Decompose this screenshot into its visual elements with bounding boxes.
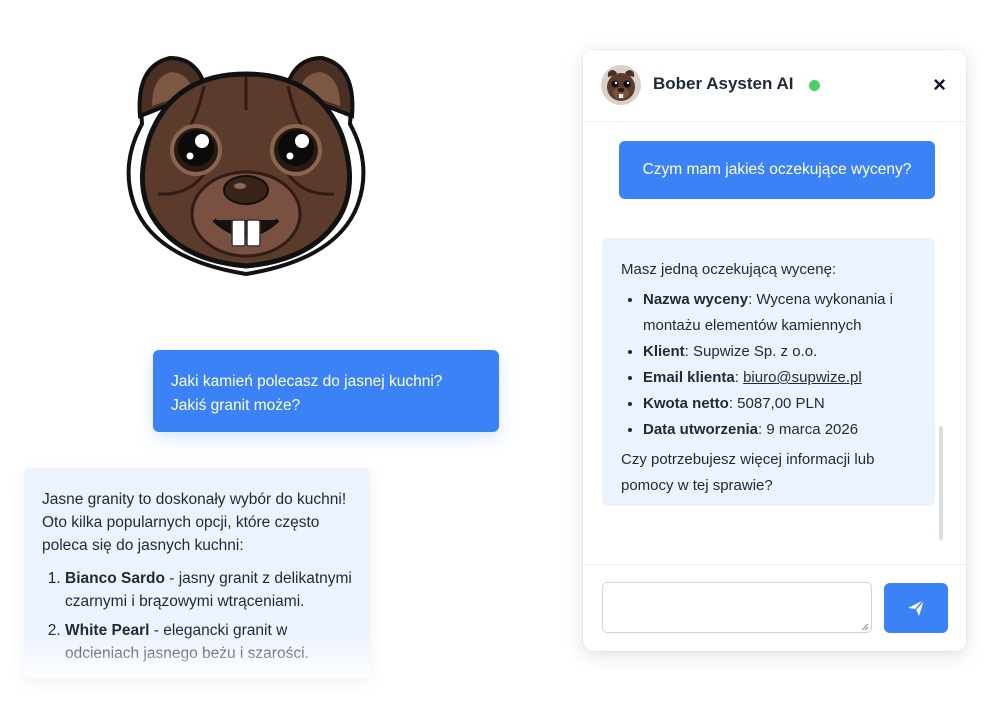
assistant-message-bubble: Masz jedną oczekującą wycenę: Nazwa wyce… [602, 238, 935, 506]
list-item: Kwota netto: 5087,00 PLN [643, 391, 917, 417]
field-value: : 5087,00 PLN [728, 395, 825, 412]
field-value: : [734, 369, 744, 386]
field-label: Email klienta [643, 369, 735, 386]
close-icon[interactable]: × [933, 72, 946, 98]
quote-details-list: Nazwa wyceny: Wycena wykonania i montażu… [621, 287, 917, 443]
beaver-avatar-icon [601, 65, 641, 105]
assistant-outro-text: Czy potrzebujesz więcej informacji lub p… [621, 451, 875, 494]
list-item: Klient: Supwize Sp. z o.o. [643, 339, 917, 365]
fade-overlay [24, 634, 370, 678]
user-message-bubble: Jaki kamień polecasz do jasnej kuchni? J… [153, 350, 499, 432]
field-label: Klient [643, 343, 685, 360]
field-label: Data utworzenia [643, 421, 759, 438]
chat-messages[interactable]: Czym mam jakieś oczekujące wyceny? Masz … [583, 122, 966, 564]
list-item: Bianco Sardo - jasny granit z delikatnym… [65, 567, 352, 613]
send-icon [908, 599, 925, 616]
chat-widget: Bober Asysten AI × Czym mam jakieś oczek… [583, 50, 966, 651]
user-message-text: Czym mam jakieś oczekujące wyceny? [642, 161, 912, 178]
message-input[interactable] [602, 582, 872, 633]
list-item: Nazwa wyceny: Wycena wykonania i montażu… [643, 287, 917, 339]
online-status-indicator [809, 80, 820, 91]
option-name: Bianco Sardo [65, 570, 165, 587]
send-button[interactable] [884, 583, 948, 633]
client-email-link[interactable]: biuro@supwize.pl [743, 369, 862, 386]
beaver-mascot-logo [118, 44, 374, 280]
list-item: Data utworzenia: 9 marca 2026 [643, 417, 917, 443]
field-value: : 9 marca 2026 [758, 421, 859, 438]
assistant-intro-text: Jasne granity to doskonały wybór do kuch… [42, 491, 347, 554]
assistant-message-card: Jasne granity to doskonały wybór do kuch… [24, 468, 370, 678]
chat-title: Bober Asysten AI [653, 74, 794, 93]
chat-footer [583, 564, 966, 651]
field-value: : Supwize Sp. z o.o. [684, 343, 818, 360]
assistant-intro-text: Masz jedną oczekującą wycenę: [621, 261, 837, 278]
resize-handle-icon[interactable] [861, 623, 869, 631]
scrollbar[interactable] [939, 426, 943, 540]
list-item: Email klienta: biuro@supwize.pl [643, 365, 917, 391]
field-label: Kwota netto [643, 395, 729, 412]
avatar [601, 65, 641, 105]
field-label: Nazwa wyceny [643, 291, 749, 308]
chat-header: Bober Asysten AI × [583, 50, 966, 122]
user-message-text: Jaki kamień polecasz do jasnej kuchni? J… [171, 373, 443, 414]
user-message-bubble: Czym mam jakieś oczekujące wyceny? [619, 141, 935, 199]
